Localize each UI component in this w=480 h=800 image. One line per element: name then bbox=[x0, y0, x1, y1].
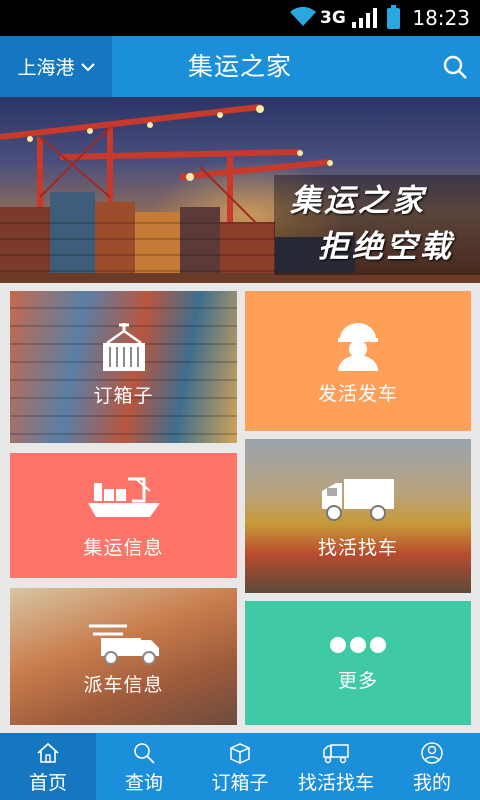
box-icon bbox=[230, 743, 250, 764]
search-icon bbox=[134, 743, 155, 764]
tile-find-job-label: 找活找车 bbox=[317, 537, 398, 559]
tile-dispatch-info[interactable]: 派车信息 bbox=[10, 588, 237, 725]
nav-home[interactable]: 首页 bbox=[0, 733, 96, 800]
banner-slogan-line1: 集运之家 bbox=[290, 183, 426, 219]
tile-order-box[interactable]: 订箱子 bbox=[10, 291, 237, 443]
ship-icon bbox=[87, 477, 160, 517]
tile-more[interactable]: 更多 bbox=[245, 601, 471, 725]
feature-grid: 订箱子 发活发车 集运信息 找活找车 派车信息 更多 bbox=[0, 283, 480, 733]
nav-find-job-label: 找活找车 bbox=[297, 772, 374, 794]
nav-search[interactable]: 查询 bbox=[96, 733, 192, 800]
clock: 18:23 bbox=[412, 6, 470, 30]
nav-home-label: 首页 bbox=[28, 772, 67, 794]
nav-order-box[interactable]: 订箱子 bbox=[192, 733, 288, 800]
nav-order-box-label: 订箱子 bbox=[211, 772, 269, 794]
status-bar: 3G 18:23 bbox=[0, 0, 480, 36]
app-header: 集运之家 上海港 bbox=[0, 36, 480, 97]
network-type: 3G bbox=[320, 8, 346, 28]
chevron-down-icon bbox=[80, 62, 95, 71]
nav-find-job[interactable]: 找活找车 bbox=[288, 733, 384, 800]
nav-mine[interactable]: 我的 bbox=[384, 733, 480, 800]
nav-mine-label: 我的 bbox=[412, 772, 451, 794]
city-label: 上海港 bbox=[17, 57, 75, 79]
bottom-nav: 首页 查询 订箱子 找活找车 我的 bbox=[0, 733, 480, 800]
tile-order-box-label: 订箱子 bbox=[93, 385, 154, 407]
container-crane-icon bbox=[102, 323, 145, 371]
tile-shipping-info[interactable]: 集运信息 bbox=[10, 453, 237, 578]
truck-icon bbox=[322, 479, 394, 521]
tile-shipping-info-label: 集运信息 bbox=[83, 537, 164, 559]
signal-icon bbox=[352, 8, 377, 28]
wifi-icon bbox=[290, 6, 316, 26]
banner-slogan-line2: 拒绝空载 bbox=[318, 229, 454, 265]
worker-icon bbox=[338, 323, 378, 371]
tile-more-label: 更多 bbox=[337, 670, 378, 692]
fast-truck-icon bbox=[88, 624, 159, 665]
more-dots-icon bbox=[330, 637, 386, 653]
tile-find-job[interactable]: 找活找车 bbox=[245, 439, 471, 593]
promo-banner[interactable]: 集运之家 拒绝空载 bbox=[0, 97, 480, 283]
search-icon[interactable] bbox=[442, 54, 468, 80]
nav-search-label: 查询 bbox=[124, 772, 163, 794]
truck-icon bbox=[323, 744, 349, 764]
user-icon bbox=[421, 742, 443, 764]
battery-icon bbox=[387, 5, 400, 29]
tile-dispatch-info-label: 派车信息 bbox=[83, 674, 164, 696]
tile-post-job[interactable]: 发活发车 bbox=[245, 291, 471, 431]
home-icon bbox=[37, 742, 59, 763]
city-selector[interactable]: 上海港 bbox=[0, 36, 112, 97]
tile-post-job-label: 发活发车 bbox=[317, 383, 398, 405]
